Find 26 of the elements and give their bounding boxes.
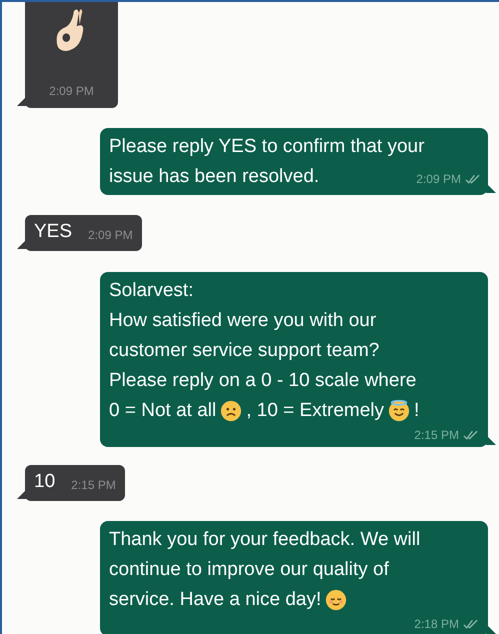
message-time: 2:09 PM — [416, 171, 461, 188]
message-text: , 10 = Extremely — [246, 399, 384, 423]
message-text: Thank you for your feedback. We will — [109, 528, 420, 552]
message-text: ! — [414, 399, 420, 423]
message-text: Please reply YES to confirm that your — [109, 135, 424, 159]
message-time: 2:18 PM — [414, 616, 459, 633]
message-text: 0 = Not at all — [109, 399, 216, 423]
message-text: 10 — [34, 470, 56, 494]
halo-face-icon — [388, 400, 410, 422]
message-time: 2:09 PM — [49, 83, 94, 100]
message-time: 2:09 PM — [88, 227, 133, 244]
sad-face-icon — [220, 400, 242, 422]
message-text: YES — [34, 220, 72, 244]
message-time: 2:15 PM — [414, 427, 459, 444]
message-time: 2:15 PM — [71, 477, 116, 494]
double-check-icon — [463, 430, 478, 440]
message-text: issue has been resolved. — [109, 165, 320, 189]
double-check-icon — [463, 619, 478, 629]
message-text: Please reply on a 0 - 10 scale where — [109, 369, 416, 393]
message-text: service. Have a nice day! — [109, 588, 322, 612]
double-check-icon — [465, 174, 480, 184]
message-text: continue to improve our quality of — [109, 558, 389, 582]
message-text: Solarvest: — [109, 279, 194, 303]
message-text: customer service support team? — [109, 339, 380, 363]
message-text: How satisfied were you with our — [109, 309, 376, 333]
smiling-face-icon — [325, 589, 348, 611]
